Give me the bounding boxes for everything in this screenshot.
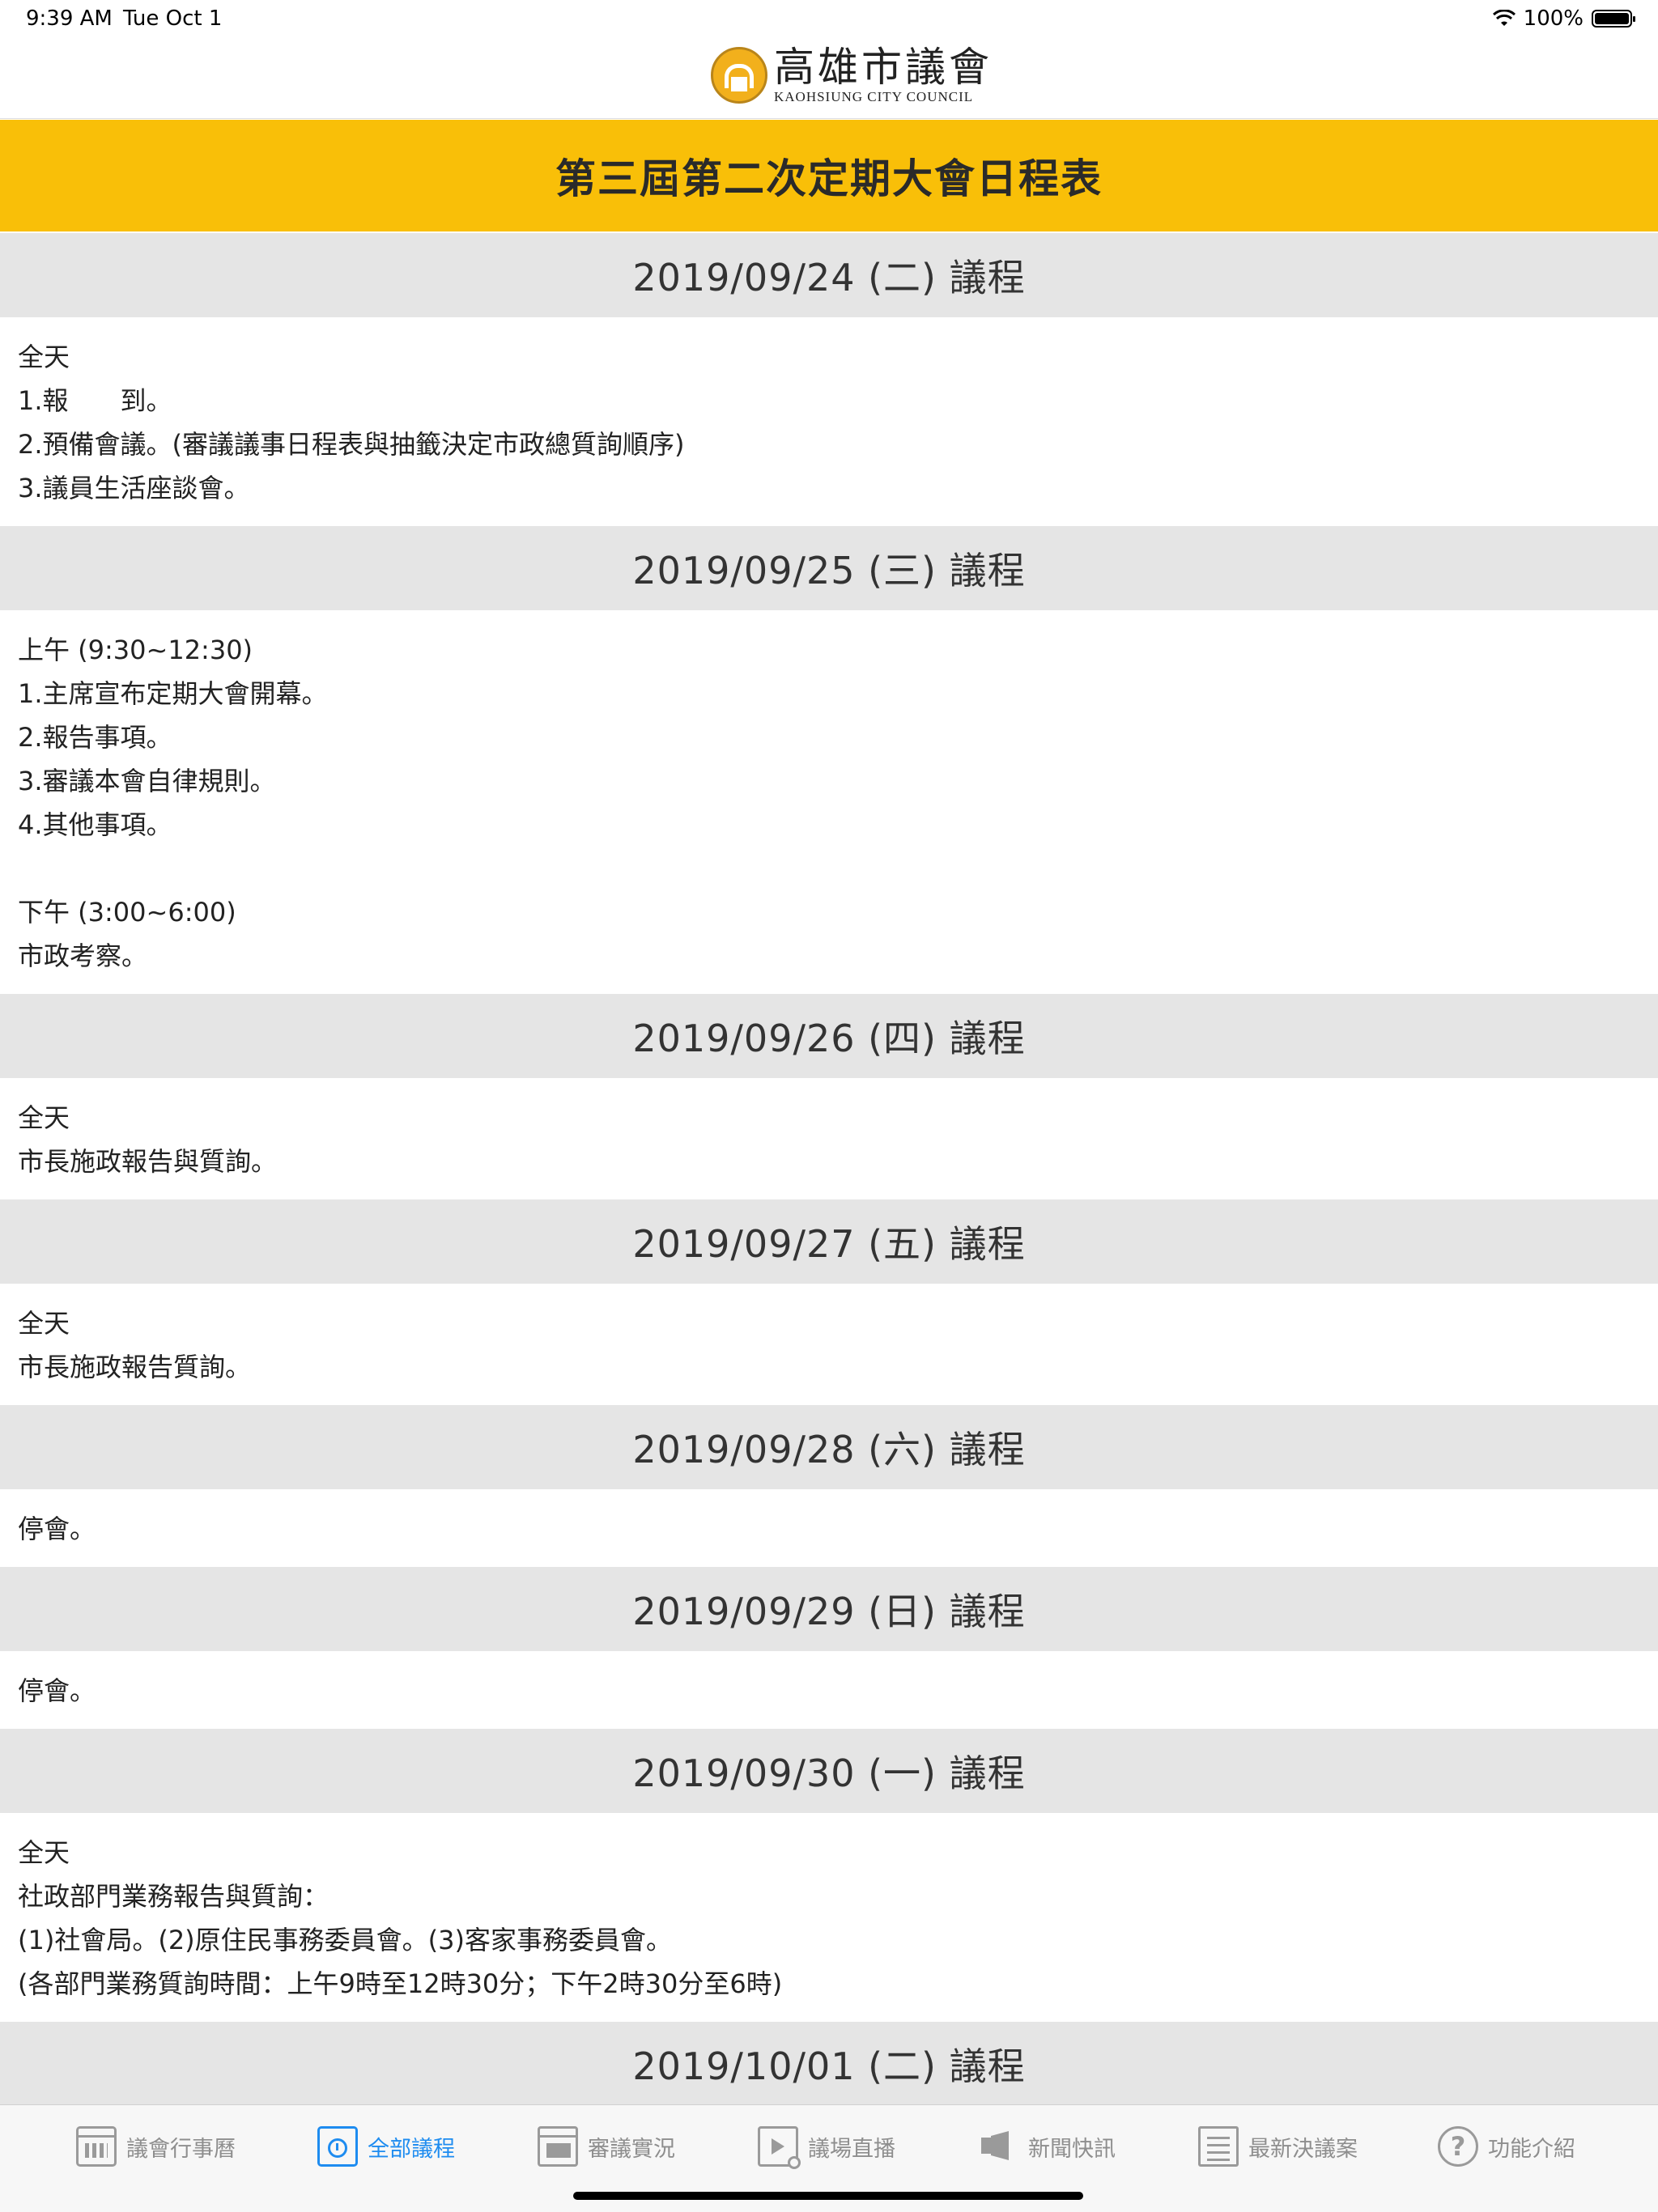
status-time: 9:39 AM [26, 6, 113, 31]
tab-council-calendar[interactable]: 議會行事曆 [76, 2126, 236, 2167]
tab-all-agenda[interactable]: 全部議程 [317, 2126, 455, 2167]
home-indicator[interactable] [573, 2192, 1083, 2200]
agenda-line: 停會。 [18, 1675, 96, 1706]
help-icon: ? [1438, 2126, 1478, 2167]
tab-label: 審議實況 [588, 2136, 675, 2162]
tab-review-live[interactable]: 審議實況 [538, 2126, 675, 2167]
tab-news[interactable]: 新聞快訊 [978, 2126, 1116, 2167]
day-agenda: 全天 1.報 到。 2.預備會議。(審議議事日程表與抽籤決定市政總質詢順序) 3.議員… [0, 317, 1658, 526]
agenda-line: 3.審議本會自律規則。 [18, 766, 276, 796]
battery-percent: 100% [1523, 6, 1584, 31]
agenda-line: 停會。 [18, 1514, 96, 1544]
day-header: 2019/09/25 (三) 議程 [0, 526, 1658, 610]
day-header: 2019/09/27 (五) 議程 [0, 1199, 1658, 1284]
page-title-banner: 第三屆第二次定期大會日程表 [0, 120, 1658, 231]
day-header: 2019/10/01 (二) 議程 [0, 2022, 1658, 2106]
agenda-line: 3.議員生活座談會。 [18, 473, 250, 503]
battery-icon [1592, 10, 1635, 28]
day-header: 2019/09/28 (六) 議程 [0, 1405, 1658, 1489]
megaphone-icon [978, 2126, 1018, 2167]
agenda-line: 市長施政報告與質詢。 [18, 1146, 278, 1177]
agenda-line: 2.預備會議。(審議議事日程表與抽籤決定市政總質詢順序) [18, 429, 685, 460]
page-title: 第三屆第二次定期大會日程表 [555, 155, 1103, 202]
agenda-line: 全天 [18, 1837, 70, 1868]
tab-label: 全部議程 [368, 2136, 455, 2162]
tab-label: 議會行事曆 [126, 2136, 236, 2162]
calendar-icon [76, 2126, 117, 2167]
day-agenda: 停會。 [0, 1489, 1658, 1567]
clock-calendar-icon [317, 2126, 358, 2167]
day-agenda: 全天市長施政報告質詢。 [0, 1284, 1658, 1405]
day-agenda: 停會。 [0, 1651, 1658, 1729]
agenda-line: 2.報告事項。 [18, 722, 172, 753]
status-date: Tue Oct 1 [123, 6, 223, 31]
agenda-line: 4.其他事項。 [18, 809, 172, 840]
agenda-line: 市長施政報告質詢。 [18, 1352, 252, 1382]
day-header: 2019/09/30 (一) 議程 [0, 1729, 1658, 1813]
agenda-line: 1.報 到。 [18, 385, 172, 416]
tab-live-stream[interactable]: 議場直播 [758, 2126, 895, 2169]
agenda-line: 市政考察。 [18, 940, 148, 971]
day-agenda: 全天社政部門業務報告與質詢： (1)社會局。(2)原住民事務委員會。(3)客家事務… [0, 1813, 1658, 2022]
app-header: 高雄市議會 KAOHSIUNG CITY COUNCIL [0, 37, 1658, 119]
agenda-line: (各部門業務質詢時間：上午9時至12時30分；下午2時30分至6時) [18, 1968, 783, 1999]
wifi-icon [1492, 10, 1516, 26]
document-icon [1198, 2126, 1239, 2167]
day-agenda: 上午 (9:30~12:30) 1.主席宣布定期大會開幕。 2.報告事項。 3.審議本… [0, 610, 1658, 994]
schedule-list[interactable]: 2019/09/24 (二) 議程全天 1.報 到。 2.預備會議。(審議議事日程表… [0, 233, 1658, 2106]
tab-label: 議場直播 [808, 2136, 895, 2162]
council-emblem-icon [711, 47, 767, 104]
agenda-line: 上午 (9:30~12:30) [18, 635, 253, 665]
council-logo: 高雄市議會 KAOHSIUNG CITY COUNCIL [711, 45, 993, 105]
day-header: 2019/09/26 (四) 議程 [0, 994, 1658, 1078]
status-bar: 9:39 AM Tue Oct 1 100% [0, 0, 1658, 37]
agenda-line: 社政部門業務報告與質詢： [18, 1881, 329, 1912]
agenda-line: (1)社會局。(2)原住民事務委員會。(3)客家事務委員會。 [18, 1925, 672, 1955]
agenda-line [18, 847, 1640, 890]
day-header: 2019/09/24 (二) 議程 [0, 233, 1658, 317]
tab-feature-intro[interactable]: ? 功能介紹 [1438, 2126, 1575, 2167]
video-play-icon [758, 2126, 801, 2169]
logo-text-chinese: 高雄市議會 [774, 44, 993, 91]
agenda-line: 全天 [18, 1308, 70, 1339]
agenda-line: 全天 [18, 1102, 70, 1133]
tab-latest-resolutions[interactable]: 最新決議案 [1198, 2126, 1358, 2167]
status-indicators: 100% [1492, 6, 1635, 31]
agenda-line: 全天 [18, 342, 70, 372]
agenda-line: 1.主席宣布定期大會開幕。 [18, 678, 328, 709]
day-agenda: 全天市長施政報告與質詢。 [0, 1078, 1658, 1199]
logo-text-english: KAOHSIUNG CITY COUNCIL [774, 89, 974, 104]
tab-label: 最新決議案 [1248, 2136, 1358, 2162]
tab-label: 新聞快訊 [1028, 2136, 1116, 2162]
window-icon [538, 2126, 578, 2167]
day-header: 2019/09/29 (日) 議程 [0, 1567, 1658, 1651]
agenda-line: 下午 (3:00~6:00) [18, 897, 236, 928]
tab-label: 功能介紹 [1488, 2136, 1575, 2162]
